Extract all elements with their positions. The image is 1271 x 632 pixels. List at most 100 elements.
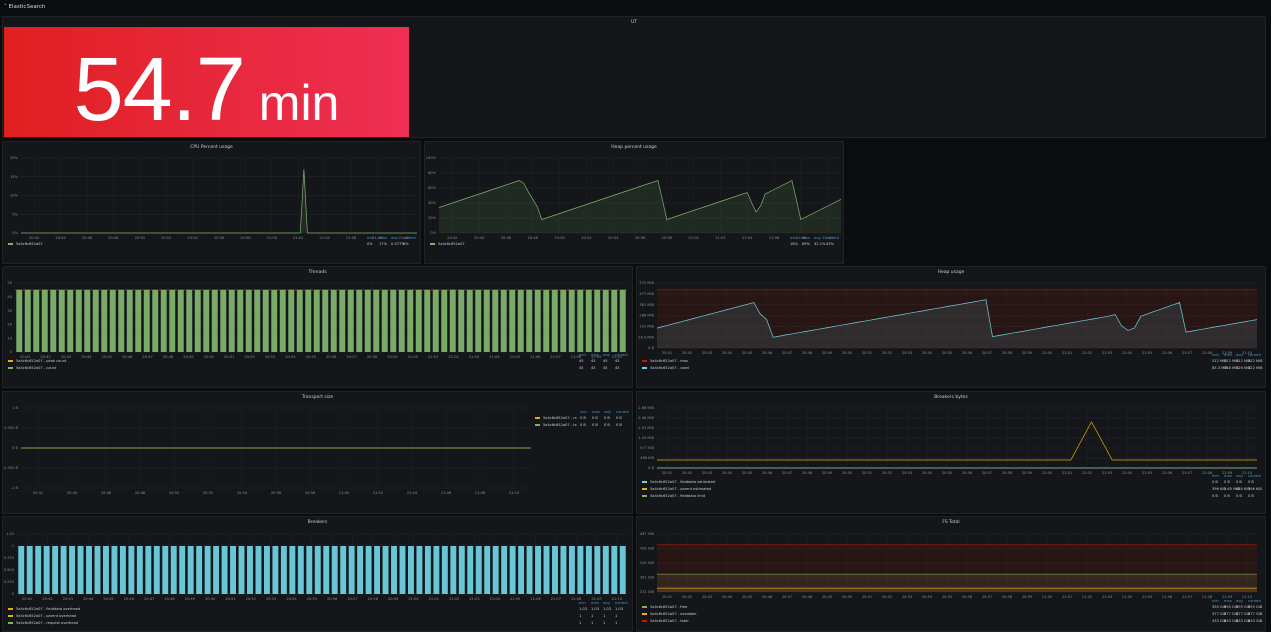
y-tick-label: 1.91 MiB bbox=[638, 426, 654, 430]
legend-item[interactable]: 5a4c6c652a07 - free 395 GiB 395 GiB 395 GiB… bbox=[642, 605, 1262, 611]
y-tick-label: 572 MiB bbox=[639, 281, 654, 285]
legend-min-value: 0% bbox=[367, 242, 373, 246]
legend-item[interactable]: 5a4c6c652a07 - tx 0 B0 B0 B0 B bbox=[535, 423, 628, 429]
breakers-bytes-panel[interactable]: Breakers bytes 2.86 MiB 2.38 MiB 1.91 MiB 1… bbox=[636, 391, 1266, 514]
legend-column-header[interactable]: min bbox=[579, 353, 586, 357]
legend-item[interactable]: 5a4c6c652a07 - fielddata estimated 0 B 0 B… bbox=[642, 480, 1260, 486]
legend-column-header[interactable]: max bbox=[1224, 599, 1232, 603]
legend-column-header[interactable]: current bbox=[1248, 353, 1261, 357]
legend-item[interactable]: 5a4c6c652a07 - peak count 45 45 45 45 bbox=[8, 359, 627, 365]
legend-column-header[interactable]: current bbox=[616, 410, 629, 414]
bar bbox=[263, 546, 270, 594]
legend-series-name: 5a4c6c652a07 - used bbox=[650, 366, 689, 370]
legend-current-value: 0 B bbox=[1248, 480, 1254, 484]
legend-item[interactable]: 5a4c6c652a07 - parent overhead 1 1 1 1 bbox=[8, 614, 627, 620]
legend-column-header[interactable]: min bbox=[1212, 353, 1219, 357]
y-tick-label: 0.250 bbox=[4, 580, 15, 584]
y-tick-label: 0.500 bbox=[4, 568, 15, 572]
legend-item[interactable]: 5a4c6c652a07 - rx 0 B0 B0 B0 B bbox=[535, 416, 628, 422]
legend-column-header[interactable]: max bbox=[802, 236, 810, 240]
dashboard-row-title[interactable]: ˅ ElasticSearch bbox=[4, 4, 45, 10]
bar bbox=[16, 289, 23, 352]
legend-column-header[interactable]: avg bbox=[603, 601, 610, 605]
bar bbox=[289, 546, 296, 594]
bar bbox=[357, 546, 364, 594]
bar bbox=[186, 289, 193, 352]
legend-item[interactable]: 5a4c6c652a07 - used 85.3 MiB 358 MiB 226 Mi… bbox=[642, 366, 1263, 372]
threads-panel[interactable]: Threads 50 40 30 20 10 0 20:41 20:42 20:43 20:44 2… bbox=[2, 266, 633, 388]
legend-column-header[interactable]: min bbox=[579, 601, 586, 605]
legend-column-header[interactable]: avg bbox=[1236, 474, 1243, 478]
legend-column-header[interactable]: min bbox=[1212, 599, 1219, 603]
y-tick-label: 5% bbox=[12, 212, 18, 216]
legend-current-value: 1.03 bbox=[615, 607, 624, 611]
breakers-panel[interactable]: Breakers 1.25 1 0.750 0.500 0.250 0 20:41 20:42… bbox=[2, 516, 633, 632]
legend-column-header[interactable]: max bbox=[592, 410, 600, 414]
legend-column-header[interactable]: avg bbox=[1236, 599, 1243, 603]
cpu-percent-panel[interactable]: CPU Percent usage 20% 15% 10% 5% 0% 20:42 20:4… bbox=[2, 141, 421, 264]
legend-column-header[interactable]: min bbox=[1212, 474, 1219, 478]
legend-column-header[interactable]: min bbox=[367, 236, 374, 240]
legend-item[interactable]: 5a4c6c652a07 - fielddata overhead 1.03 1.0… bbox=[8, 607, 627, 613]
legend-column-header[interactable]: current bbox=[615, 353, 628, 357]
bar bbox=[348, 546, 355, 594]
legend-item[interactable]: 5a4c6c652a07 0% 17% 0.377% 0% bbox=[8, 242, 415, 248]
bar bbox=[441, 546, 448, 594]
legend-item[interactable]: 5a4c6c652a07 - fielddata limit 0 B 0 B 0 B 0… bbox=[642, 494, 1260, 500]
bar bbox=[356, 289, 363, 352]
legend-item[interactable]: 5a4c6c652a07 - available 377 GiB 377 GiB 37… bbox=[642, 612, 1262, 618]
bar bbox=[313, 289, 320, 352]
bar bbox=[382, 546, 389, 594]
legend-header: min max avg current bbox=[642, 353, 1261, 358]
heap-percent-panel[interactable]: Heap percent usage 100% 80% 60% 40% 20% 0% 20:… bbox=[424, 141, 844, 264]
legend-column-header[interactable]: avg bbox=[604, 410, 611, 414]
legend-column-header[interactable]: current bbox=[1248, 599, 1261, 603]
legend-item[interactable]: 5a4c6c652a07 - total 433 GiB 433 GiB 433 Gi… bbox=[642, 619, 1262, 625]
bar bbox=[247, 546, 253, 594]
fs-total-panel[interactable]: FS Total 447 GiB 428 GiB 410 GiB 391 GiB 372… bbox=[636, 516, 1266, 632]
uptime-panel[interactable]: UT 54.7 min bbox=[2, 16, 1266, 138]
legend-column-header[interactable]: current bbox=[615, 601, 628, 605]
legend-column-header[interactable]: min bbox=[790, 236, 797, 240]
y-tick-label: 0 B bbox=[648, 346, 654, 350]
legend-column-header[interactable]: current bbox=[403, 236, 416, 240]
legend-column-header[interactable]: min bbox=[580, 410, 587, 414]
legend-item[interactable]: 5a4c6c652a07 16% 69% 42.1% 43% bbox=[430, 242, 838, 248]
x-tick-label: 20:50 bbox=[169, 491, 180, 495]
legend-column-header[interactable]: max bbox=[1224, 474, 1232, 478]
y-tick-label: 391 GiB bbox=[640, 576, 655, 580]
plot-area: 2.86 MiB 2.38 MiB 1.91 MiB 1.43 MiB 977 KiB 4… bbox=[638, 406, 1257, 475]
bar bbox=[602, 289, 609, 352]
legend-item[interactable]: 5a4c6c652a07 - max 512 MiB 512 MiB 512 MiB 5… bbox=[642, 359, 1263, 365]
bar bbox=[390, 289, 397, 352]
legend-header: min max avg current bbox=[8, 236, 416, 241]
panel-title: UT bbox=[630, 20, 638, 25]
transport-size-panel[interactable]: Transport size 1 B 0.500 B0 B -0.500 B -1 B… bbox=[2, 391, 633, 514]
y-tick-label: 0 B bbox=[648, 466, 654, 470]
legend-current-value: 45 bbox=[615, 366, 620, 370]
bar bbox=[374, 546, 381, 594]
legend-column-header[interactable]: max bbox=[591, 601, 599, 605]
legend-item[interactable]: 5a4c6c652a07 - request overhead 1 1 1 1 bbox=[8, 621, 627, 627]
x-tick-label: 20:56 bbox=[271, 491, 282, 495]
heap-usage-panel[interactable]: Heap usage 572 MiB 477 MiB 381 MiB 286 MiB 1… bbox=[636, 266, 1266, 388]
bar bbox=[170, 546, 177, 594]
y-tick-label: 100% bbox=[426, 156, 437, 160]
legend-min-value: 0 B bbox=[1212, 480, 1218, 484]
legend-column-header[interactable]: max bbox=[379, 236, 387, 240]
bar bbox=[135, 289, 142, 352]
legend-item[interactable]: 5a4c6c652a07 - count 45 45 45 45 bbox=[8, 366, 627, 372]
legend-column-header[interactable]: avg bbox=[1236, 353, 1243, 357]
uptime-unit: min bbox=[258, 75, 340, 131]
legend-column-header[interactable]: max bbox=[591, 353, 599, 357]
legend-column-header[interactable]: current bbox=[826, 236, 839, 240]
bar bbox=[577, 546, 584, 594]
legend-column-header[interactable]: max bbox=[1224, 353, 1232, 357]
legend-series-name: 5a4c6c652a07 - count bbox=[16, 366, 57, 370]
legend-column-header[interactable]: avg bbox=[603, 353, 610, 357]
bar bbox=[585, 546, 592, 594]
legend-column-header[interactable]: avg bbox=[814, 236, 821, 240]
legend-column-header[interactable]: current bbox=[1248, 474, 1261, 478]
legend-item[interactable]: 5a4c6c652a07 - parent estimated 396 KiB 2.… bbox=[642, 487, 1262, 493]
legend-column-header[interactable]: avg bbox=[391, 236, 398, 240]
